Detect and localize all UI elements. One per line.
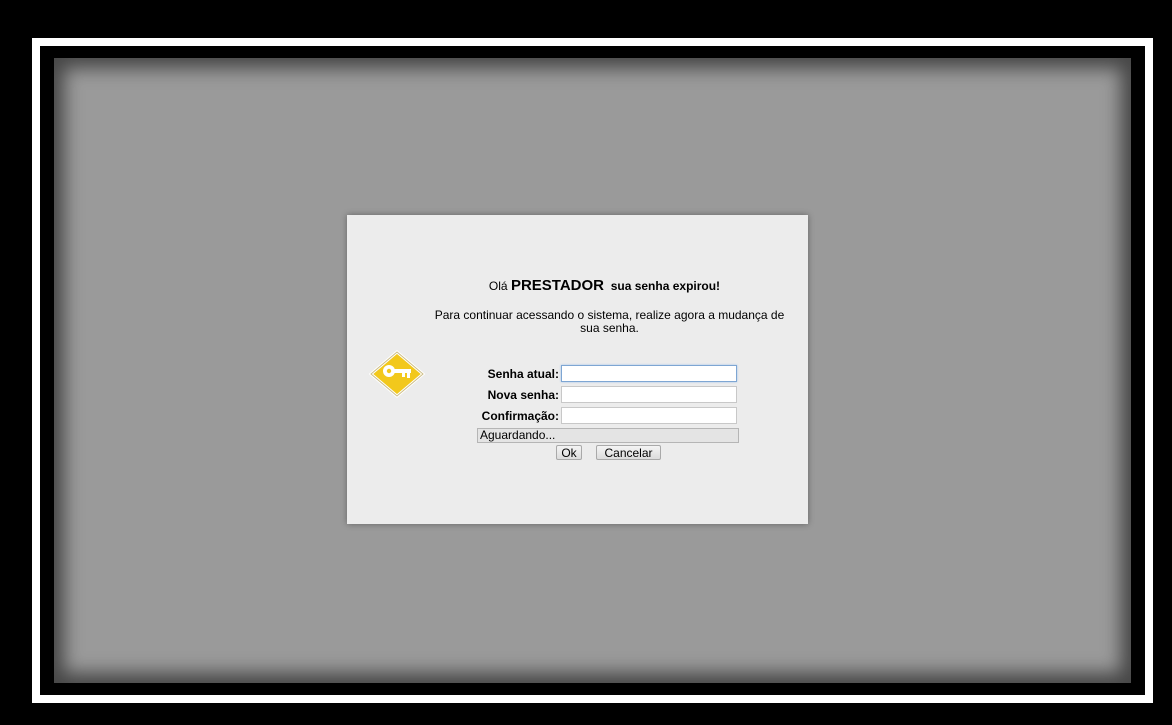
status-bar: Aguardando... [477,428,739,443]
greeting-prefix: Olá [488,279,508,293]
confirm-password-input[interactable] [561,407,737,424]
key-icon [368,350,426,398]
instructions-text: Para continuar acessando o sistema, real… [434,308,785,335]
cancel-button[interactable]: Cancelar [596,445,661,460]
greeting-suffix: sua senha expirou! [610,279,721,293]
user-name: PRESTADOR [510,277,605,294]
new-password-label-wrap: Nova senha: [447,386,559,404]
confirm-password-label-wrap: Confirmação: [447,407,559,425]
new-password-input[interactable] [561,386,737,403]
ok-button[interactable]: Ok [556,445,582,460]
current-password-input[interactable] [561,365,737,382]
current-password-label-wrap: Senha atual: [447,365,559,383]
new-password-label: Nova senha: [487,388,559,402]
greeting-line: Olá PRESTADOR sua senha expirou! [347,277,808,294]
confirm-password-label: Confirmação: [481,409,559,423]
password-expired-dialog: Olá PRESTADOR sua senha expirou! Para co… [347,215,808,524]
current-password-label: Senha atual: [487,367,559,381]
